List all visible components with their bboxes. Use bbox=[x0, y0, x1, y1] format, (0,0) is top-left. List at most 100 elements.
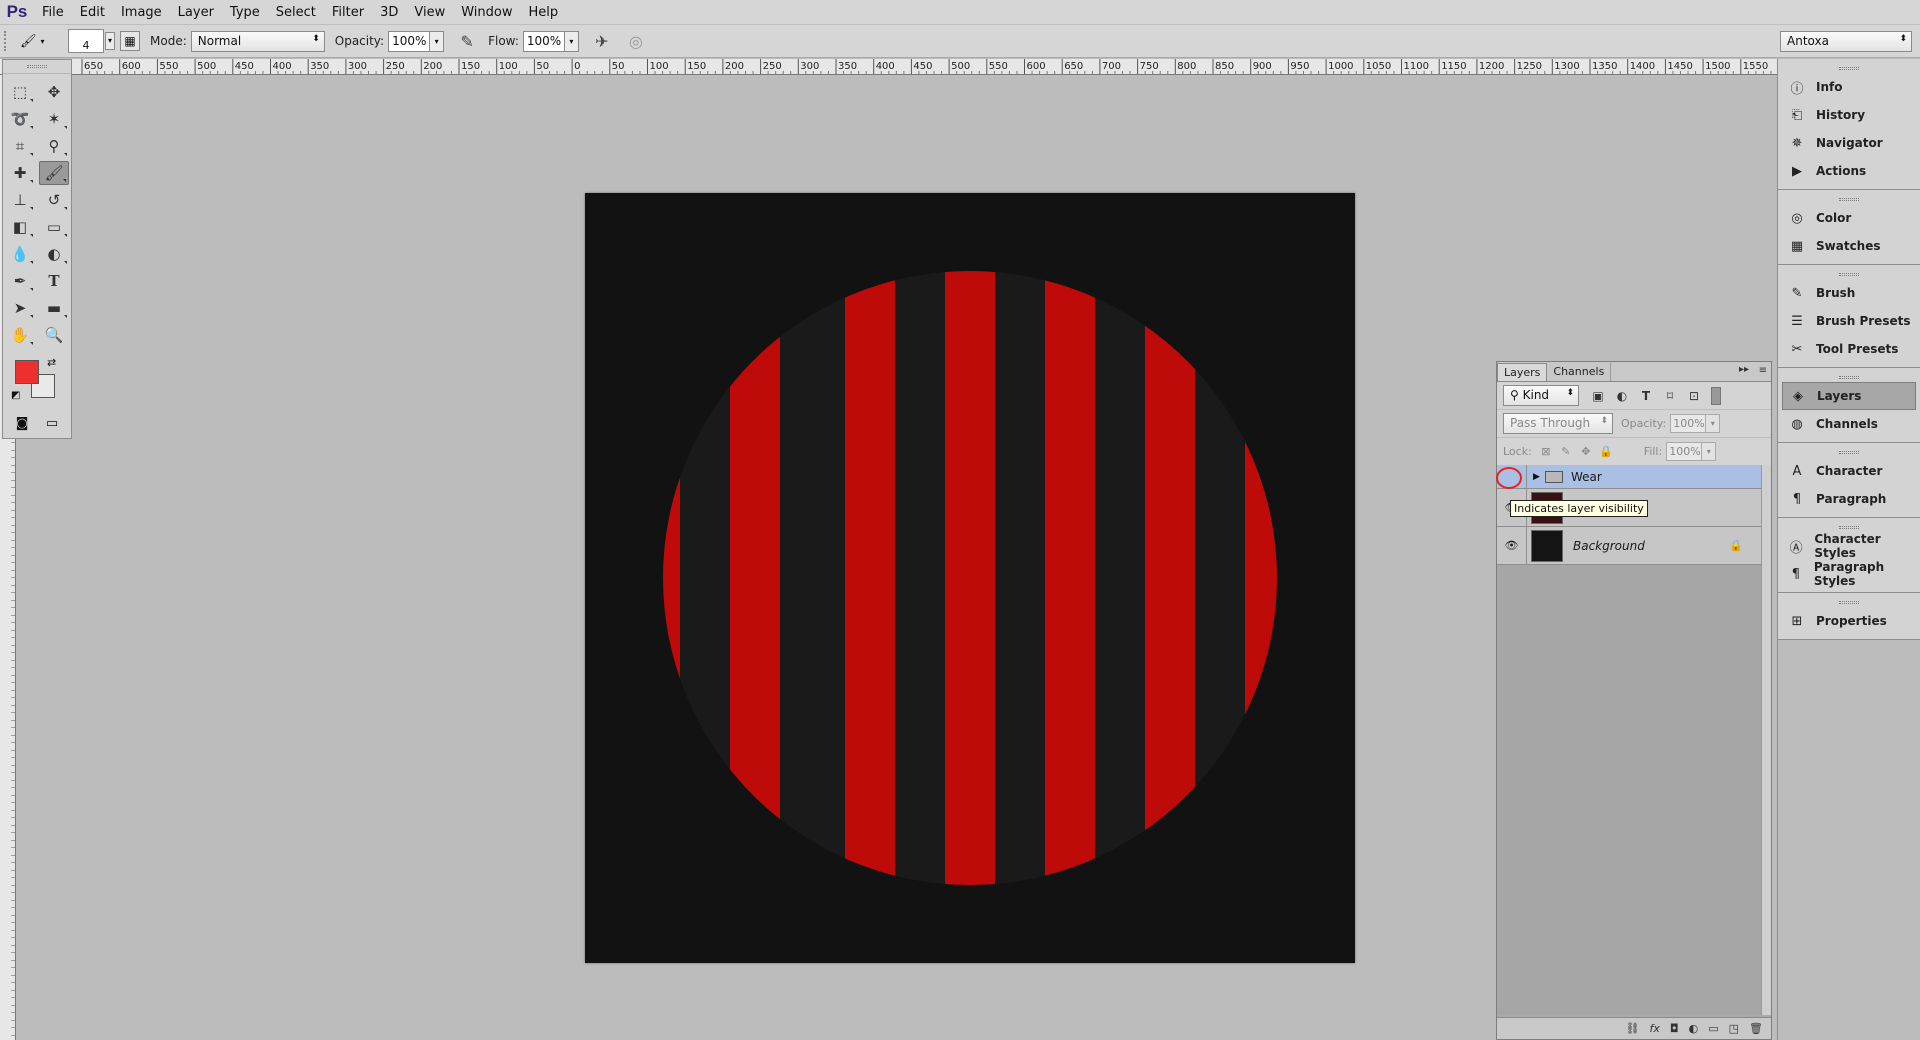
menu-view[interactable]: View bbox=[406, 0, 453, 25]
dock-item-layers[interactable]: ◈ Layers bbox=[1782, 382, 1916, 410]
new-layer-icon[interactable]: ◳ bbox=[1729, 1022, 1739, 1035]
dock-item-actions[interactable]: ▶ Actions bbox=[1782, 157, 1916, 185]
layer-opacity-input[interactable]: 100% bbox=[1670, 414, 1707, 433]
filter-smart-object-icon[interactable]: ⊡ bbox=[1683, 387, 1705, 405]
tools-grip[interactable] bbox=[3, 60, 71, 74]
eraser-icon[interactable]: ◧ bbox=[5, 215, 35, 239]
pressure-size-icon[interactable]: ◎ bbox=[625, 30, 647, 52]
document-canvas[interactable] bbox=[585, 193, 1355, 963]
fill-input[interactable]: 100% bbox=[1666, 442, 1703, 461]
fill-dropdown[interactable]: ▾ bbox=[1702, 442, 1717, 461]
tab-layers[interactable]: Layers bbox=[1497, 363, 1548, 381]
layer-row-wear[interactable]: ▶ Wear bbox=[1497, 465, 1763, 489]
airbrush-icon[interactable]: ✈ bbox=[591, 30, 613, 52]
menu-help[interactable]: Help bbox=[521, 0, 567, 25]
default-colors-icon[interactable]: ◩ bbox=[11, 390, 20, 401]
brush-panel-toggle-button[interactable]: ▦ bbox=[120, 31, 140, 51]
flow-input[interactable]: 100% bbox=[522, 30, 565, 52]
dock-item-swatches[interactable]: ▦ Swatches bbox=[1782, 232, 1916, 260]
menu-file[interactable]: File bbox=[34, 0, 72, 25]
filter-kind-select[interactable]: ⚲ Kind ⬍ bbox=[1503, 385, 1579, 406]
dock-item-character-styles[interactable]: Ⓐ Character Styles bbox=[1782, 532, 1916, 560]
screen-mode-icon[interactable]: ▭ bbox=[41, 414, 63, 432]
opacity-dropdown[interactable]: ▾ bbox=[430, 30, 445, 52]
dock-item-channels[interactable]: ◍ Channels bbox=[1782, 410, 1916, 438]
layer-opacity-dropdown[interactable]: ▾ bbox=[1706, 414, 1721, 433]
lock-position-icon[interactable]: ✥ bbox=[1576, 445, 1596, 458]
dock-grip[interactable] bbox=[1782, 522, 1916, 532]
menu-layer[interactable]: Layer bbox=[170, 0, 222, 25]
link-layers-icon[interactable]: ⛓ bbox=[1626, 1022, 1640, 1035]
filter-type-icon[interactable]: T bbox=[1635, 387, 1657, 405]
expand-arrow-icon[interactable]: ▶ bbox=[1533, 472, 1545, 482]
history-brush-icon[interactable]: ↺ bbox=[39, 188, 69, 212]
filter-pixel-icon[interactable]: ▣ bbox=[1587, 387, 1609, 405]
quick-mask-icon[interactable]: ◙ bbox=[11, 414, 33, 432]
menu-3d[interactable]: 3D bbox=[372, 0, 406, 25]
brush-icon[interactable]: 🖌 bbox=[39, 161, 69, 185]
dodge-icon[interactable]: ◐ bbox=[39, 242, 69, 266]
horizontal-ruler[interactable]: 650 600 550 500 450 400 350 300 250 200 150 100 50 0 5… bbox=[72, 59, 1778, 75]
flow-dropdown[interactable]: ▾ bbox=[564, 30, 579, 52]
dock-item-history[interactable]: ⎗ History bbox=[1782, 101, 1916, 129]
menu-filter[interactable]: Filter bbox=[324, 0, 372, 25]
lock-transparency-icon[interactable]: ⊠ bbox=[1536, 445, 1556, 458]
marquee-icon[interactable]: ⬚ bbox=[5, 80, 35, 104]
workspace-select[interactable]: Antoxa ⬍ bbox=[1780, 31, 1912, 52]
visibility-toggle[interactable]: 👁 bbox=[1497, 527, 1527, 564]
menu-select[interactable]: Select bbox=[268, 0, 324, 25]
dock-grip[interactable] bbox=[1782, 372, 1916, 382]
rectangle-icon[interactable]: ▬ bbox=[39, 296, 69, 320]
swap-colors-icon[interactable]: ⇄ bbox=[47, 356, 56, 369]
brush-size-picker[interactable]: 4 ▾ bbox=[68, 29, 115, 53]
add-mask-icon[interactable]: ◘ bbox=[1670, 1022, 1679, 1035]
dock-item-brush-presets[interactable]: ☰ Brush Presets bbox=[1782, 307, 1916, 335]
stamp-icon[interactable]: ⊥ bbox=[5, 188, 35, 212]
mode-select[interactable]: Normal ⬍ bbox=[190, 30, 325, 52]
path-select-icon[interactable]: ➤ bbox=[5, 296, 35, 320]
filter-toggle-switch[interactable] bbox=[1711, 386, 1721, 405]
lock-all-icon[interactable]: 🔒 bbox=[1596, 445, 1616, 458]
dock-item-paragraph[interactable]: ¶ Paragraph bbox=[1782, 485, 1916, 513]
opacity-input[interactable]: 100% bbox=[388, 30, 431, 52]
visibility-toggle[interactable] bbox=[1497, 465, 1527, 488]
fx-icon[interactable]: fx bbox=[1650, 1022, 1660, 1035]
lasso-icon[interactable]: ➰ bbox=[5, 107, 35, 131]
layer-row-background[interactable]: 👁 Background 🔒 bbox=[1497, 527, 1763, 565]
lock-pixels-icon[interactable]: ✎ bbox=[1556, 445, 1576, 458]
pen-icon[interactable]: ✒ bbox=[5, 269, 35, 293]
menu-edit[interactable]: Edit bbox=[72, 0, 113, 25]
dock-item-paragraph-styles[interactable]: ¶ Paragraph Styles bbox=[1782, 560, 1916, 588]
type-icon[interactable]: T bbox=[39, 269, 69, 293]
move-icon[interactable]: ✥ bbox=[39, 80, 69, 104]
dock-item-brush[interactable]: ✎ Brush bbox=[1782, 279, 1916, 307]
tool-preset-picker[interactable]: 🖌 ▾ bbox=[20, 30, 56, 52]
adjustment-layer-icon[interactable]: ◐ bbox=[1689, 1022, 1699, 1035]
crop-icon[interactable]: ⌗ bbox=[5, 134, 35, 158]
collapse-icon[interactable]: ▸▸ bbox=[1739, 364, 1749, 375]
new-group-icon[interactable]: ▭ bbox=[1708, 1022, 1718, 1035]
tab-channels[interactable]: Channels bbox=[1547, 363, 1612, 381]
dock-item-character[interactable]: A Character bbox=[1782, 457, 1916, 485]
hand-icon[interactable]: ✋ bbox=[5, 323, 35, 347]
dock-grip[interactable] bbox=[1782, 597, 1916, 607]
dock-grip[interactable] bbox=[1782, 63, 1916, 73]
dock-grip[interactable] bbox=[1782, 194, 1916, 204]
trash-icon[interactable]: 🗑 bbox=[1749, 1022, 1763, 1035]
filter-shape-icon[interactable]: ⌑ bbox=[1659, 387, 1681, 405]
dock-item-info[interactable]: ⓘ Info bbox=[1782, 73, 1916, 101]
pressure-opacity-icon[interactable]: ✎ bbox=[456, 30, 478, 52]
menu-image[interactable]: Image bbox=[113, 0, 170, 25]
foreground-color[interactable] bbox=[15, 360, 39, 384]
brush-picker-dropdown[interactable]: ▾ bbox=[105, 32, 115, 50]
options-grip[interactable] bbox=[4, 31, 10, 51]
dock-item-properties[interactable]: ⊞ Properties bbox=[1782, 607, 1916, 635]
menu-window[interactable]: Window bbox=[453, 0, 520, 25]
filter-adjustment-icon[interactable]: ◐ bbox=[1611, 387, 1633, 405]
healing-icon[interactable]: ✚ bbox=[5, 161, 35, 185]
blend-mode-select[interactable]: Pass Through ⬍ bbox=[1503, 413, 1613, 434]
blur-icon[interactable]: 💧 bbox=[5, 242, 35, 266]
menu-type[interactable]: Type bbox=[222, 0, 268, 25]
zoom-icon[interactable]: 🔍 bbox=[39, 323, 69, 347]
dock-item-color[interactable]: ◎ Color bbox=[1782, 204, 1916, 232]
